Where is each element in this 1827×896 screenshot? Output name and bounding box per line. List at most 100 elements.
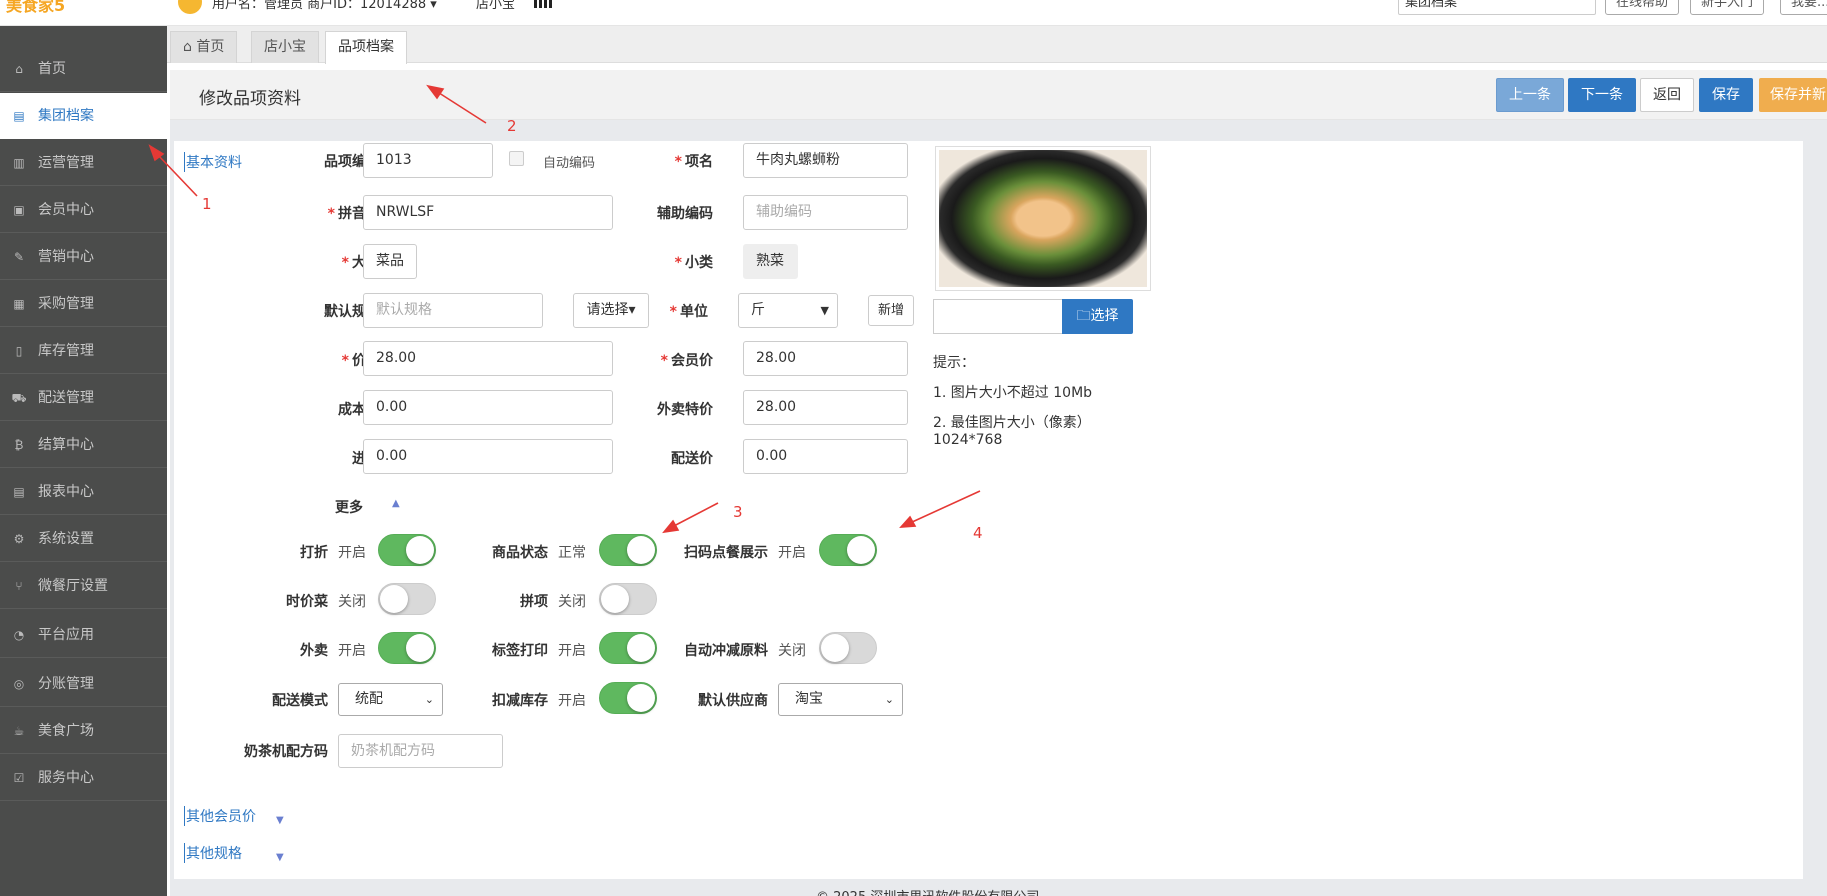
sidebar-item-purchasing[interactable]: ▦ 采购管理 (0, 281, 167, 327)
sidebar-item-members[interactable]: ▣ 会员中心 (0, 187, 167, 233)
edit-icon: ✎ (13, 250, 25, 264)
triangle-up-icon[interactable]: ▲ (392, 498, 400, 509)
member-price-input[interactable]: 28.00 (743, 341, 908, 376)
item-name-input[interactable]: 牛肉丸螺蛳粉 (743, 143, 908, 178)
pinyin-label: * 拼音码 (327, 206, 380, 222)
sidebar-item-home[interactable]: ⌂ 首页 (0, 46, 167, 92)
label-print-state: 开启 (558, 643, 586, 659)
section-basic-info[interactable]: 基本资料 (184, 152, 242, 172)
item-image (935, 146, 1151, 291)
unit-select[interactable]: 斤 ▼ (738, 293, 838, 328)
takeout-state: 开启 (338, 643, 366, 659)
sidebar-item-platform-apps[interactable]: ◔ 平台应用 (0, 612, 167, 658)
user-avatar[interactable] (178, 0, 202, 14)
unit-label: * 单位 (669, 304, 708, 320)
cost-price-input[interactable]: 0.00 (363, 390, 613, 425)
qr-code-icon[interactable] (534, 0, 554, 8)
sidebar-item-label: 结算中心 (38, 437, 94, 453)
label-print-label: 标签打印 (492, 643, 548, 659)
tea-machine-input[interactable]: 奶茶机配方码 (338, 734, 503, 768)
tab-home[interactable]: ⌂ 首页 (170, 31, 238, 63)
sidebar-item-label: 采购管理 (38, 296, 94, 312)
app-logo: 美食家5 (6, 0, 66, 15)
sidebar-item-marketing[interactable]: ✎ 营销中心 (0, 234, 167, 280)
image-file-input[interactable] (933, 299, 1063, 334)
sidebar-item-service-center[interactable]: ☑ 服务中心 (0, 755, 167, 801)
purchase-price-input[interactable]: 0.00 (363, 439, 613, 474)
dashboard-icon: ◔ (13, 628, 25, 642)
top-bar: 美食家5 用户名：管理员 商户ID：12014288 ▾ 店小宝 集团档案 在线… (0, 0, 1827, 26)
food-photo (939, 150, 1147, 287)
save-and-new-button[interactable]: 保存并新增 (1759, 78, 1827, 112)
truck-icon: ⛟ (11, 391, 27, 405)
takeout-toggle[interactable] (378, 632, 436, 664)
section-other-spec[interactable]: 其他规格 (184, 843, 242, 863)
deduct-stock-state: 开启 (558, 693, 586, 709)
delivery-mode-label: 配送模式 (272, 693, 328, 709)
delivery-price-input[interactable]: 0.00 (743, 439, 908, 474)
annotation-3: 3 (733, 503, 743, 521)
id-card-icon: ▣ (13, 203, 25, 217)
sidebar-item-split-accounts[interactable]: ◎ 分账管理 (0, 661, 167, 707)
folder-open-icon: 🗀 (1076, 308, 1091, 324)
sidebar-item-delivery[interactable]: ⛟ 配送管理 (0, 375, 167, 421)
back-button[interactable]: 返回 (1640, 78, 1694, 112)
sidebar-item-group-archive[interactable]: ▤ 集团档案 (0, 93, 167, 139)
top-search-input[interactable]: 集团档案 (1398, 0, 1596, 15)
prev-record-button[interactable]: 上一条 (1496, 78, 1564, 112)
report-icon: ▤ (13, 485, 25, 499)
sidebar-item-label: 系统设置 (38, 531, 94, 547)
discount-toggle[interactable] (378, 534, 436, 566)
money-icon: ◎ (13, 677, 25, 691)
sidebar-item-label: 集团档案 (38, 108, 94, 124)
aux-code-input[interactable]: 辅助编码 (743, 195, 908, 230)
label-print-toggle[interactable] (599, 632, 657, 664)
item-code-input[interactable]: 1013 (363, 143, 493, 178)
sidebar-item-inventory[interactable]: ▯ 库存管理 (0, 328, 167, 374)
scan-display-toggle[interactable] (819, 534, 877, 566)
feedback-button[interactable]: 我要... (1780, 0, 1827, 15)
check-square-icon: ☑ (13, 771, 25, 785)
tab-store[interactable]: 店小宝 (251, 31, 319, 63)
save-button[interactable]: 保存 (1699, 78, 1753, 112)
auto-code-checkbox[interactable] (509, 151, 524, 166)
sidebar-item-food-court[interactable]: ☕ 美食广场 (0, 708, 167, 754)
sidebar-item-micro-restaurant[interactable]: ⑂ 微餐厅设置 (0, 563, 167, 609)
price-input[interactable]: 28.00 (363, 341, 613, 376)
takeout-special-input[interactable]: 28.00 (743, 390, 908, 425)
sidebar-item-settlement[interactable]: ₿ 结算中心 (0, 422, 167, 468)
subcategory-select[interactable]: 熟菜 (743, 244, 798, 279)
default-supplier-select[interactable]: 淘宝 ⌄ (778, 683, 903, 716)
tab-item-archive[interactable]: 品项档案 (325, 31, 407, 64)
user-info[interactable]: 用户名：管理员 商户ID：12014288 ▾ (212, 0, 437, 12)
spec-select-button[interactable]: 请选择▾ (573, 293, 649, 328)
file-icon: ▤ (13, 109, 25, 123)
auto-deduct-toggle[interactable] (819, 632, 877, 664)
pinyin-input[interactable]: NRWLSF (363, 195, 613, 230)
default-spec-input[interactable]: 默认规格 (363, 293, 543, 328)
category-label: *大类 (341, 255, 380, 271)
add-unit-button[interactable]: 新增 (868, 295, 914, 326)
sidebar-item-operations[interactable]: ▥ 运营管理 (0, 140, 167, 186)
category-select[interactable]: 菜品 (363, 244, 417, 279)
sidebar-item-system-settings[interactable]: ⚙ 系统设置 (0, 516, 167, 562)
newbie-guide-button[interactable]: 新手入门 (1690, 0, 1765, 15)
annotation-1: 1 (202, 195, 212, 213)
market-price-toggle[interactable] (378, 583, 436, 615)
scan-display-state: 开启 (778, 545, 806, 561)
sidebar-item-label: 会员中心 (38, 202, 94, 218)
sidebar-item-reports[interactable]: ▤ 报表中心 (0, 469, 167, 515)
more-label[interactable]: 更多 (300, 497, 363, 517)
deduct-stock-toggle[interactable] (599, 682, 657, 714)
product-status-toggle[interactable] (599, 534, 657, 566)
help-button[interactable]: 在线帮助 (1605, 0, 1680, 15)
building-icon: ▯ (15, 344, 23, 358)
next-record-button[interactable]: 下一条 (1568, 78, 1636, 112)
triangle-down-icon[interactable]: ▼ (276, 815, 284, 826)
triangle-down-icon[interactable]: ▼ (276, 852, 284, 863)
discount-state: 开启 (338, 545, 366, 561)
choose-image-button[interactable]: 🗀选择 (1062, 299, 1133, 334)
delivery-mode-select[interactable]: 统配 ⌄ (338, 683, 443, 716)
combo-toggle[interactable] (599, 583, 657, 615)
section-other-member-price[interactable]: 其他会员价 (184, 806, 256, 826)
